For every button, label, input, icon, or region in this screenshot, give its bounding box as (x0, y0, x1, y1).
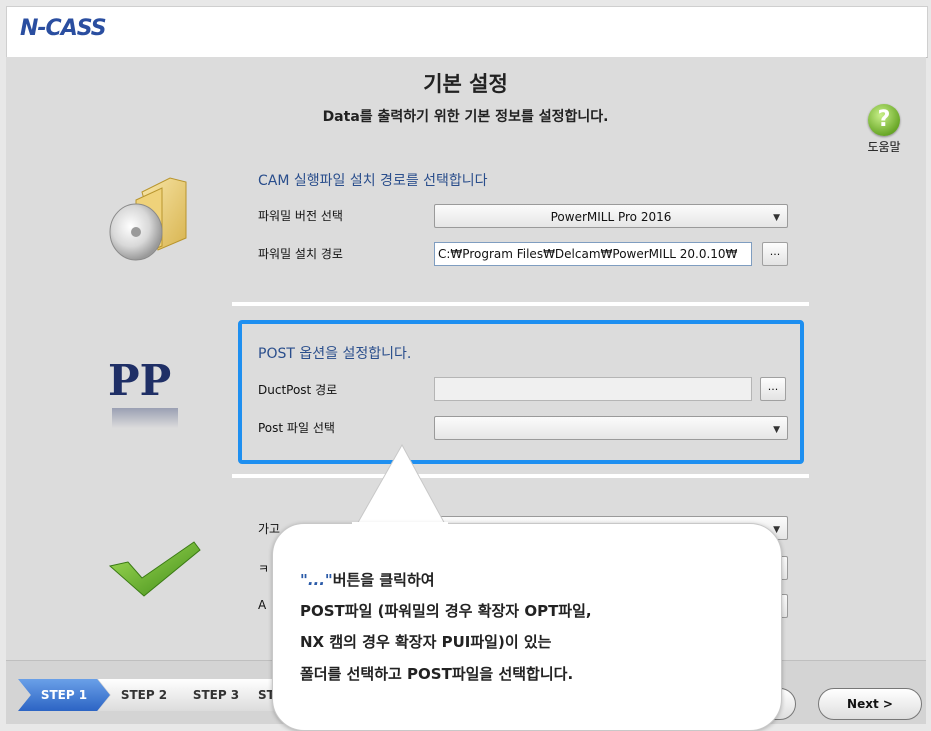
version-label: 파워밀 버전 선택 (258, 209, 343, 223)
cam-section-title: CAM 실행파일 설치 경로를 선택합니다 (258, 173, 488, 189)
step-1[interactable]: STEP 1 (18, 679, 110, 711)
row1-label: 가고 (258, 522, 281, 536)
callout-line-4: 폴더를 선택하고 POST파일을 선택합니다. (300, 665, 574, 683)
callout-tooltip (272, 523, 782, 731)
install-path-browse-button[interactable]: ... (762, 242, 788, 266)
post-file-label: Post 파일 선택 (258, 421, 335, 435)
logo-text: N-CASS (20, 16, 107, 41)
pp-reflection (112, 408, 178, 428)
dropdown-arrow-icon: ▼ (773, 425, 780, 435)
divider (232, 302, 809, 306)
checkmark-icon (108, 541, 201, 597)
callout-line-2: POST파일 (파워밀의 경우 확장자 OPT파일, (300, 602, 592, 620)
pp-icon-text: PP (108, 356, 172, 405)
install-path-label: 파워밀 설치 경로 (258, 247, 343, 261)
callout-pointer (355, 443, 447, 527)
post-file-select[interactable]: ▼ (434, 416, 788, 440)
post-section-title: POST 옵션을 설정합니다. (258, 346, 412, 362)
next-button[interactable]: Next > (818, 688, 922, 720)
folder-disc-icon (109, 177, 187, 261)
app-logo: N-CASS (20, 16, 107, 41)
row2-label: ㅋ (258, 562, 270, 576)
row3-label: A (258, 598, 267, 612)
callout-quote: "..." (300, 571, 333, 589)
ductpost-label: DuctPost 경로 (258, 383, 338, 397)
dropdown-arrow-icon: ▼ (773, 213, 780, 223)
help-label[interactable]: 도움말 (858, 138, 910, 155)
divider (232, 474, 809, 478)
page-subtitle: Data를 출력하기 위한 기본 정보를 설정합니다. (322, 109, 609, 125)
pp-icon: PP (108, 356, 171, 405)
title-bar (6, 6, 928, 58)
callout-join (352, 522, 448, 526)
callout-line-3: NX 캠의 경우 확장자 PUI파일)이 있는 (300, 633, 552, 651)
page-title: 기본 설정 (423, 72, 508, 96)
ductpost-browse-button[interactable]: ... (760, 377, 786, 401)
callout-line-1: "..."버튼을 클릭하여 (300, 569, 435, 590)
version-select[interactable]: PowerMILL Pro 2016 ▼ (434, 204, 788, 228)
install-path-field[interactable]: C:₩Program Files₩Delcam₩PowerMILL 20.0.1… (434, 242, 752, 266)
version-select-value: PowerMILL Pro 2016 (550, 210, 672, 224)
ductpost-path-field[interactable] (434, 377, 752, 401)
callout-line-1-text: 버튼을 클릭하여 (332, 571, 435, 589)
question-icon[interactable]: ? (868, 104, 900, 136)
